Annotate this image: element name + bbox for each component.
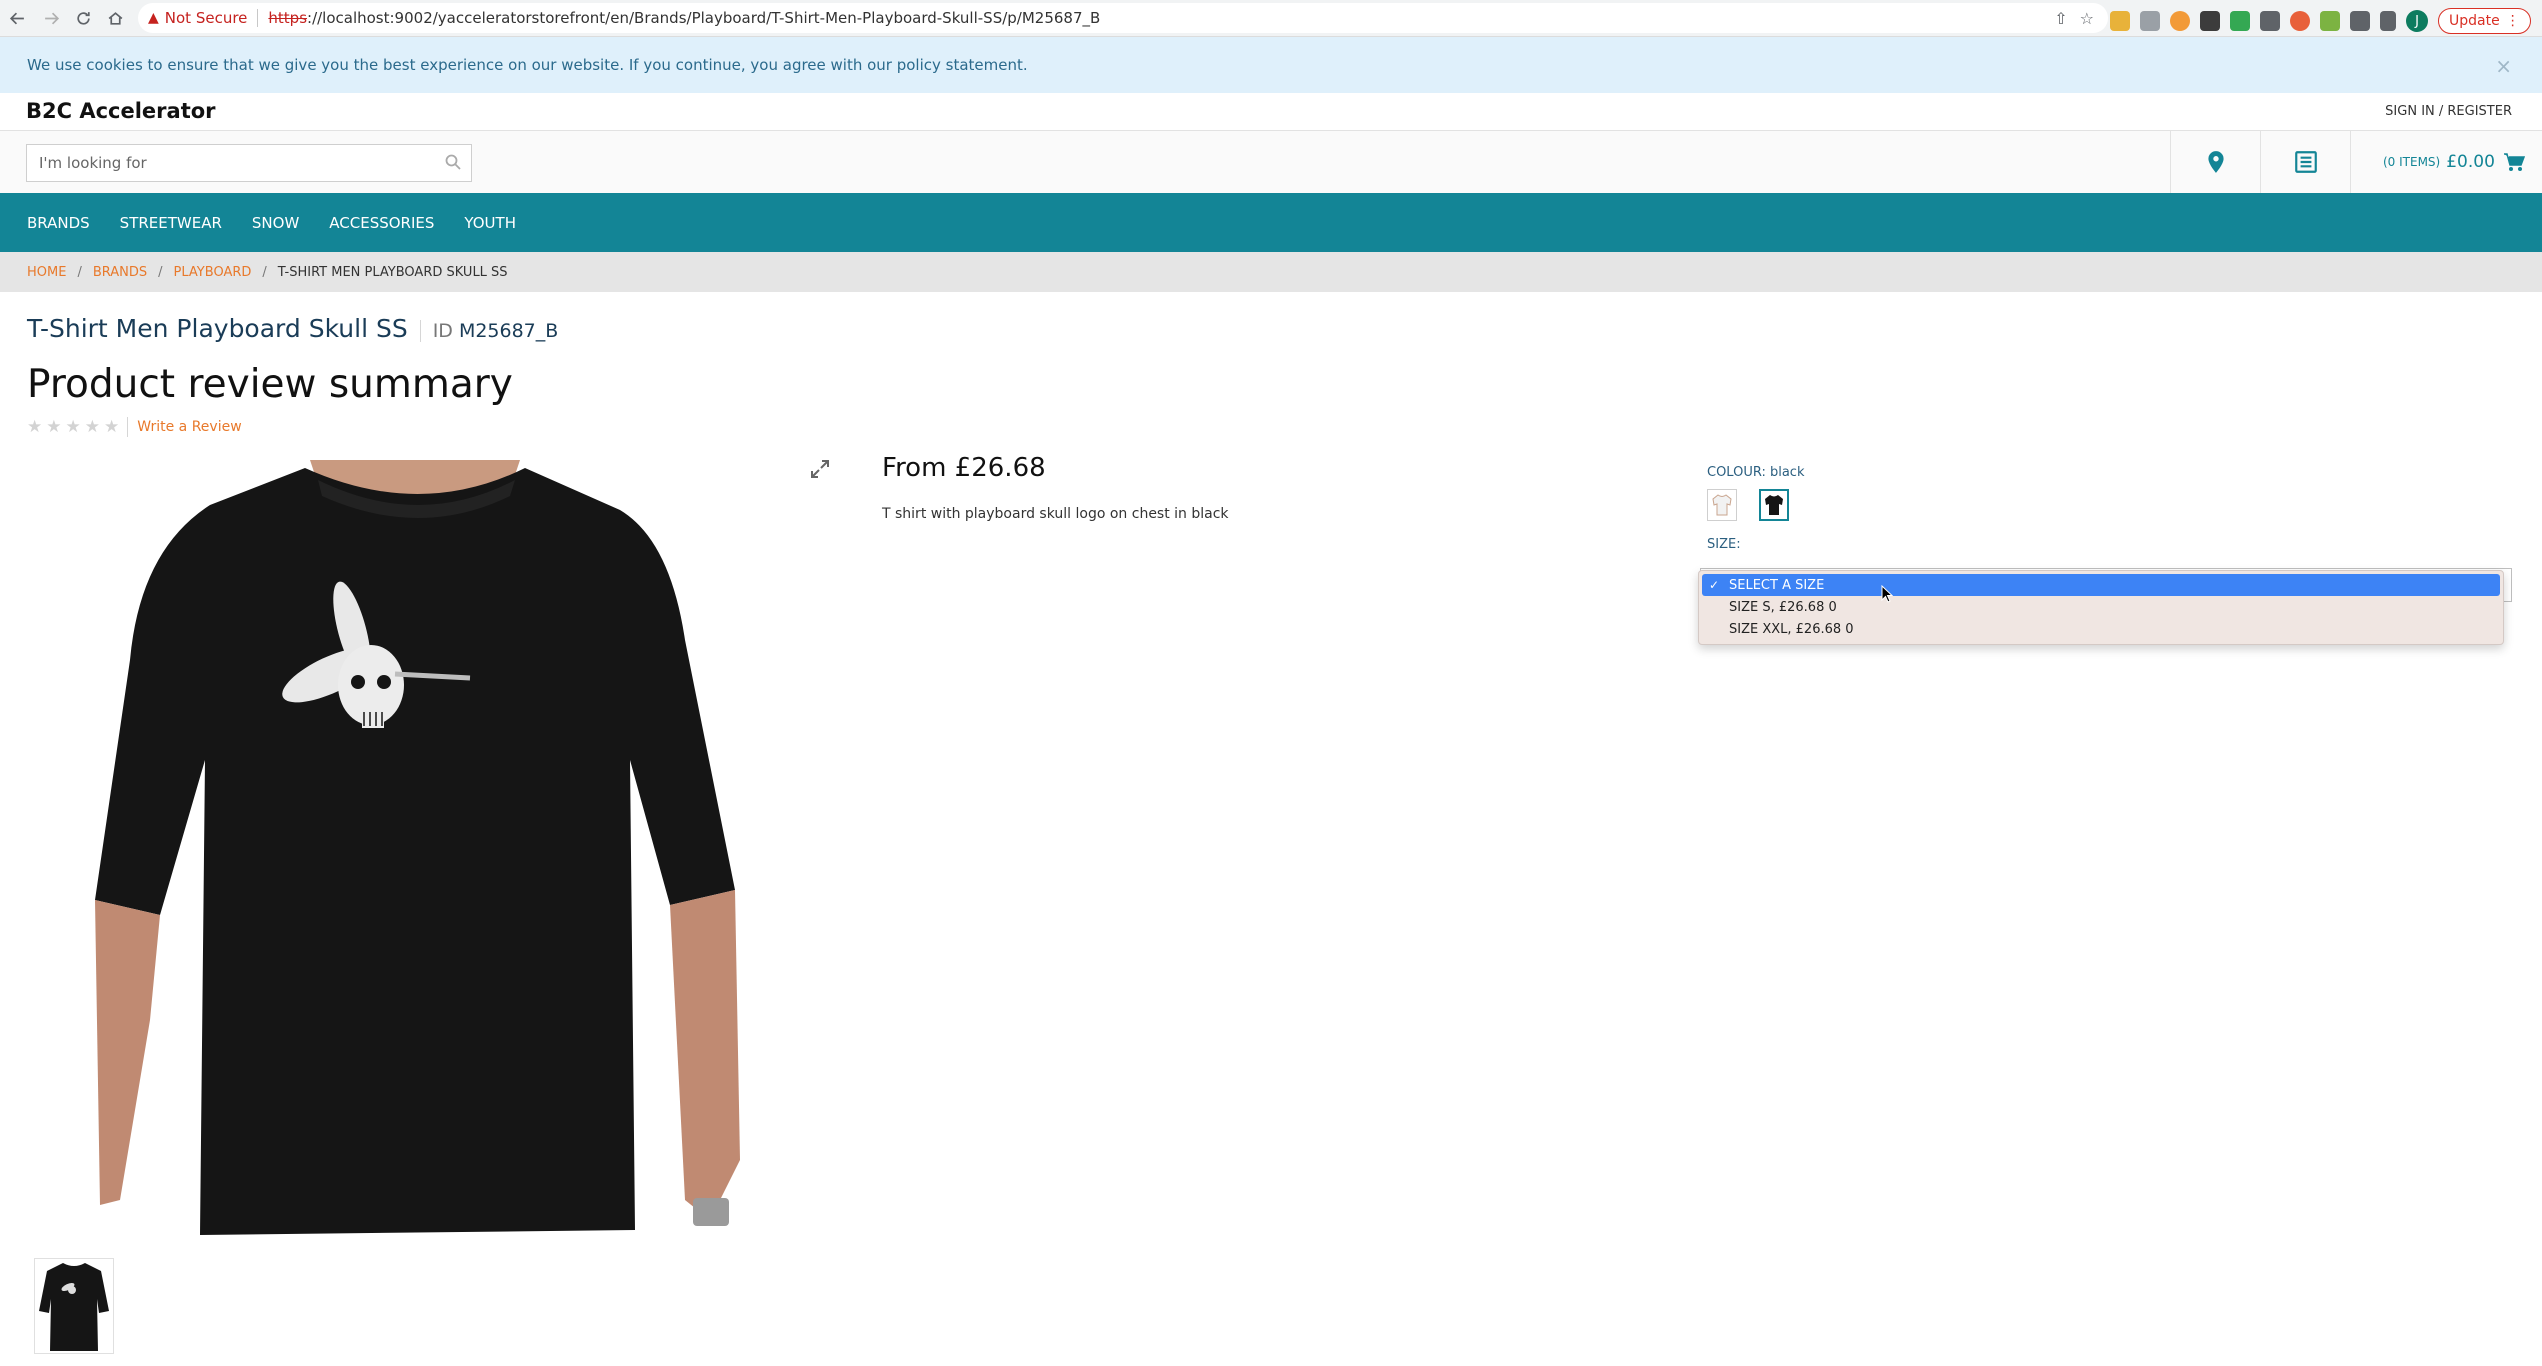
- security-status: Not Secure: [164, 9, 248, 27]
- size-option-select[interactable]: ✓ SELECT A SIZE: [1702, 574, 2500, 596]
- list-icon: [2294, 151, 2317, 173]
- extension-icon[interactable]: [2110, 11, 2130, 31]
- update-button[interactable]: Update ⋮: [2438, 8, 2531, 34]
- breadcrumb: HOME / BRANDS / PLAYBOARD / T-SHIRT MEN …: [0, 252, 2542, 292]
- product-image[interactable]: [90, 460, 750, 1240]
- store-finder-button[interactable]: [2170, 131, 2260, 193]
- nav-item-streetwear[interactable]: STREETWEAR: [120, 214, 222, 232]
- extension-icon[interactable]: [2200, 11, 2220, 31]
- star-icon: ★: [104, 417, 120, 437]
- close-icon[interactable]: ×: [2495, 54, 2512, 78]
- product-title-row: T-Shirt Men Playboard Skull SS ID M25687_…: [27, 314, 558, 343]
- cart-total: £0.00: [2446, 152, 2495, 172]
- search-input[interactable]: I'm looking for: [26, 144, 472, 182]
- extension-icon[interactable]: [2260, 11, 2280, 31]
- home-icon[interactable]: [104, 7, 126, 29]
- review-summary-heading: Product review summary: [27, 362, 513, 407]
- extensions-area: J Update ⋮: [2110, 8, 2531, 34]
- site-header-main: I'm looking for (0 ITEMS) £0.00: [0, 131, 2542, 193]
- black-tshirt-icon: [1765, 495, 1783, 515]
- puzzle-icon[interactable]: [2350, 11, 2370, 31]
- star-icon: ★: [65, 417, 81, 437]
- address-separator: [257, 9, 259, 27]
- menu-dots-icon: ⋮: [2505, 13, 2520, 29]
- write-review-link[interactable]: Write a Review: [137, 419, 241, 435]
- rating-row: ★ ★ ★ ★ ★ Write a Review: [27, 417, 242, 437]
- extension-icon[interactable]: [2290, 11, 2310, 31]
- search-placeholder: I'm looking for: [39, 154, 147, 172]
- size-option-s[interactable]: SIZE S, £26.68 0: [1702, 596, 2500, 618]
- update-label: Update: [2449, 13, 2500, 29]
- size-option-label: SIZE XXL, £26.68 0: [1729, 621, 1854, 637]
- nav-item-brands[interactable]: BRANDS: [27, 214, 90, 232]
- profile-avatar[interactable]: J: [2406, 10, 2428, 32]
- cookie-banner: We use cookies to ensure that we give yo…: [0, 37, 2542, 93]
- colour-swatch-white[interactable]: [1707, 489, 1737, 521]
- breadcrumb-current: T-SHIRT MEN PLAYBOARD SKULL SS: [277, 264, 508, 280]
- product-thumbnail[interactable]: [34, 1258, 114, 1354]
- star-icon: ★: [84, 417, 100, 437]
- size-option-label: SIZE S, £26.68 0: [1729, 599, 1837, 615]
- star-icon: ★: [27, 417, 43, 437]
- tshirt-image: [95, 460, 740, 1235]
- site-logo[interactable]: B2C Accelerator: [26, 99, 216, 123]
- share-icon[interactable]: ⇧: [2054, 9, 2067, 28]
- back-arrow-icon[interactable]: [6, 7, 28, 29]
- map-pin-icon: [2207, 151, 2224, 173]
- extension-icon[interactable]: [2170, 11, 2190, 31]
- mouse-cursor-icon: [1881, 584, 1894, 607]
- product-id: ID M25687_B: [419, 320, 559, 342]
- size-option-xxl[interactable]: SIZE XXL, £26.68 0: [1702, 618, 2500, 640]
- checkmark-icon: ✓: [1709, 578, 1720, 592]
- tshirt-thumbnail-image: [39, 1263, 109, 1351]
- breadcrumb-brands[interactable]: BRANDS: [93, 265, 147, 280]
- quick-order-button[interactable]: [2260, 131, 2350, 193]
- mini-cart[interactable]: (0 ITEMS) £0.00: [2350, 131, 2542, 193]
- site-header-top: B2C Accelerator SIGN IN / REGISTER: [0, 93, 2542, 131]
- product-id-value: M25687_B: [458, 320, 559, 342]
- colour-swatch-black[interactable]: [1759, 489, 1789, 521]
- extension-icon[interactable]: [2140, 11, 2160, 31]
- extension-icon[interactable]: [2230, 11, 2250, 31]
- product-title: T-Shirt Men Playboard Skull SS: [27, 314, 408, 343]
- product-id-label: ID: [432, 320, 453, 342]
- url-text: ://localhost:9002/yacceleratorstorefront…: [307, 9, 1101, 27]
- product-description: T shirt with playboard skull logo on che…: [882, 506, 1229, 522]
- url-scheme: https: [268, 9, 308, 27]
- breadcrumb-home[interactable]: HOME: [27, 265, 66, 280]
- size-option-label: SELECT A SIZE: [1729, 577, 1825, 593]
- search-icon[interactable]: [445, 154, 461, 175]
- size-dropdown-menu: ✓ SELECT A SIZE SIZE S, £26.68 0 SIZE XX…: [1698, 570, 2504, 645]
- breadcrumb-separator: /: [77, 264, 82, 280]
- breadcrumb-separator: /: [158, 264, 163, 280]
- colour-label: COLOUR: black: [1707, 465, 1805, 480]
- expand-image-icon[interactable]: [808, 457, 832, 485]
- browser-toolbar: ▲ Not Secure https ://localhost:9002/yac…: [0, 0, 2542, 37]
- address-bar[interactable]: ▲ Not Secure https ://localhost:9002/yac…: [138, 3, 2108, 33]
- breadcrumb-separator: /: [262, 264, 267, 280]
- star-icon: ★: [46, 417, 62, 437]
- nav-item-snow[interactable]: SNOW: [252, 214, 299, 232]
- cart-items-count: (0 ITEMS): [2383, 155, 2441, 169]
- extension-icon[interactable]: [2320, 11, 2340, 31]
- nav-item-youth[interactable]: YOUTH: [464, 214, 516, 232]
- product-price: From £26.68: [882, 453, 1046, 483]
- bookmark-star-icon[interactable]: ☆: [2080, 9, 2094, 28]
- warning-triangle-icon: ▲: [148, 10, 159, 26]
- sign-in-link[interactable]: SIGN IN / REGISTER: [2385, 104, 2512, 119]
- white-tshirt-icon: [1712, 494, 1732, 516]
- forward-arrow-icon[interactable]: [40, 7, 62, 29]
- shopping-cart-icon: [2503, 153, 2525, 171]
- size-label: SIZE:: [1707, 537, 1741, 552]
- breadcrumb-playboard[interactable]: PLAYBOARD: [174, 265, 252, 280]
- nav-item-accessories[interactable]: ACCESSORIES: [329, 214, 434, 232]
- sidebar-icon[interactable]: [2380, 11, 2396, 31]
- cookie-text: We use cookies to ensure that we give yo…: [27, 56, 1028, 74]
- reload-icon[interactable]: [72, 7, 94, 29]
- main-navigation: BRANDS STREETWEAR SNOW ACCESSORIES YOUTH: [0, 193, 2542, 252]
- rating-divider: [127, 417, 129, 437]
